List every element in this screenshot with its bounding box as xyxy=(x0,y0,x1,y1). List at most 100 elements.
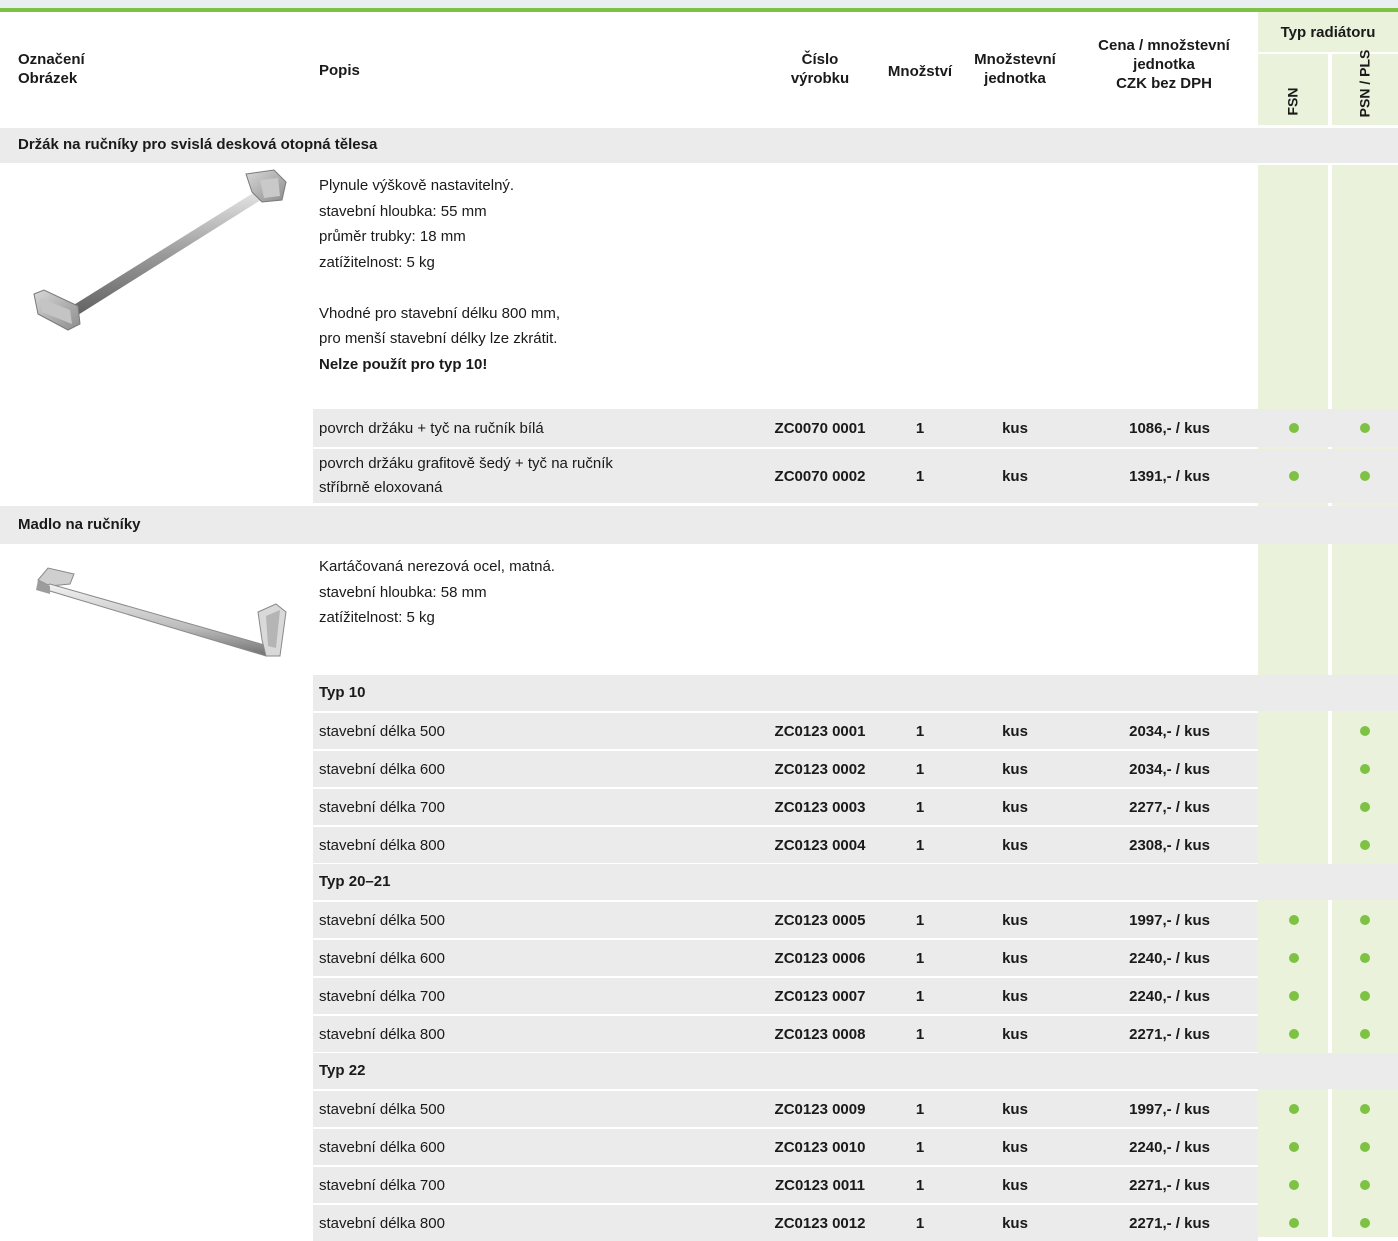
desc-line: stavební hloubka: 58 mm xyxy=(319,583,487,601)
available-dot xyxy=(1360,1218,1370,1228)
row-qty: 1 xyxy=(915,1138,925,1156)
row-desc: stavební délka 500 xyxy=(319,722,445,740)
row-price: 2271,- / kus xyxy=(1129,1025,1210,1043)
row-desc: stavební délka 600 xyxy=(319,760,445,778)
row-price: 1997,- / kus xyxy=(1129,911,1210,929)
row-code: ZC0123 0009 xyxy=(774,1100,866,1118)
desc-line: zatížitelnost: 5 kg xyxy=(319,253,435,271)
row-qty: 1 xyxy=(915,1100,925,1118)
row-price: 2240,- / kus xyxy=(1129,949,1210,967)
towel-handle-image xyxy=(30,560,290,660)
section-title-towel-holder: Držák na ručníky pro svislá desková otop… xyxy=(0,128,1398,163)
row-price: 1086,- / kus xyxy=(1129,419,1210,437)
row-desc: stavební délka 800 xyxy=(319,1025,445,1043)
row-code: ZC0123 0012 xyxy=(774,1214,866,1232)
available-dot xyxy=(1360,991,1370,1001)
row-price: 2308,- / kus xyxy=(1129,836,1210,854)
row-code: ZC0123 0006 xyxy=(774,949,866,967)
desc-line: Kartáčovaná nerezová ocel, matná. xyxy=(319,558,555,575)
row-price: 2277,- / kus xyxy=(1129,798,1210,816)
header-price: Cena / množstevní jednotka CZK bez DPH xyxy=(1078,36,1250,93)
section1-title-text: Držák na ručníky pro svislá desková otop… xyxy=(18,136,378,153)
row-unit: kus xyxy=(1002,949,1028,967)
available-dot xyxy=(1289,915,1299,925)
section2-description: Kartáčovaná nerezová ocel, matná. staveb… xyxy=(319,554,739,631)
row-desc: stavební délka 700 xyxy=(319,1176,445,1194)
row-desc: stavební délka 700 xyxy=(319,987,445,1005)
available-dot xyxy=(1360,1104,1370,1114)
towel-rail-bar-image xyxy=(30,168,290,338)
header-product-number-l1: Číslo xyxy=(801,51,839,68)
row-desc: stavební délka 500 xyxy=(319,1100,445,1118)
row-price: 2271,- / kus xyxy=(1129,1214,1210,1232)
group-title: Typ 22 xyxy=(313,1053,1398,1089)
row-qty: 1 xyxy=(915,911,925,929)
desc-line xyxy=(319,275,739,301)
group-title: Typ 20–21 xyxy=(313,864,1398,900)
available-dot xyxy=(1360,840,1370,850)
available-dot xyxy=(1289,471,1299,481)
group-title: Typ 10 xyxy=(313,675,1398,711)
available-dot xyxy=(1289,1142,1299,1152)
row-code: ZC0123 0001 xyxy=(774,722,866,740)
available-dot xyxy=(1360,423,1370,433)
row-qty: 1 xyxy=(915,1025,925,1043)
row-price: 2271,- / kus xyxy=(1129,1176,1210,1194)
row-unit: kus xyxy=(1002,467,1028,485)
row-desc: stavební délka 800 xyxy=(319,836,445,854)
row-unit: kus xyxy=(1002,798,1028,816)
header-product-number-l2: výrobku xyxy=(790,70,850,87)
row-unit: kus xyxy=(1002,1176,1028,1194)
available-dot xyxy=(1289,423,1299,433)
row-qty: 1 xyxy=(915,987,925,1005)
row-price: 1997,- / kus xyxy=(1129,1100,1210,1118)
available-dot xyxy=(1289,953,1299,963)
available-dot xyxy=(1289,1180,1299,1190)
section2-title-text: Madlo na ručníky xyxy=(18,516,141,533)
row-qty: 1 xyxy=(915,467,925,485)
header-marking: Označení xyxy=(18,51,85,68)
row-qty: 1 xyxy=(915,798,925,816)
row-code: ZC0123 0011 xyxy=(774,1176,866,1194)
available-dot xyxy=(1289,991,1299,1001)
available-dot xyxy=(1289,1029,1299,1039)
row-code: ZC0070 0001 xyxy=(774,419,866,437)
row-unit: kus xyxy=(1002,1025,1028,1043)
available-dot xyxy=(1360,1142,1370,1152)
top-band xyxy=(0,0,1398,8)
row-price: 2034,- / kus xyxy=(1129,760,1210,778)
desc-warning: Nelze použít pro typ 10! xyxy=(319,355,488,373)
row-qty: 1 xyxy=(915,1214,925,1232)
row-qty: 1 xyxy=(915,419,925,437)
header-price-l2: jednotka xyxy=(1133,56,1195,73)
header-unit: Množstevní jednotka xyxy=(958,50,1072,88)
row-code: ZC0123 0008 xyxy=(774,1025,866,1043)
header-description: Popis xyxy=(319,62,360,79)
row-desc: povrch držáku + tyč na ručník bílá xyxy=(319,419,544,437)
available-dot xyxy=(1360,1180,1370,1190)
row-unit: kus xyxy=(1002,836,1028,854)
row-code: ZC0123 0010 xyxy=(774,1138,866,1156)
available-dot xyxy=(1360,471,1370,481)
row-qty: 1 xyxy=(915,949,925,967)
row-qty: 1 xyxy=(915,1176,925,1194)
row-qty: 1 xyxy=(915,722,925,740)
row-code: ZC0123 0002 xyxy=(774,760,866,778)
row-desc: stavební délka 500 xyxy=(319,911,445,929)
row-unit: kus xyxy=(1002,1138,1028,1156)
desc-line: Vhodné pro stavební délku 800 mm, xyxy=(319,304,560,322)
header-unit-l2: jednotka xyxy=(984,70,1046,87)
header-unit-l1: Množstevní xyxy=(974,51,1056,68)
row-desc-l2: stříbrně eloxovaná xyxy=(319,479,443,496)
row-price: 2034,- / kus xyxy=(1129,722,1210,740)
row-unit: kus xyxy=(1002,911,1028,929)
radiator-type-header: Typ radiátoru xyxy=(1280,24,1376,41)
desc-line: pro menší stavební délky lze zkrátit. xyxy=(319,330,558,347)
row-qty: 1 xyxy=(915,760,925,778)
available-dot xyxy=(1360,726,1370,736)
row-desc: stavební délka 600 xyxy=(319,949,445,967)
available-dot xyxy=(1360,802,1370,812)
desc-line: Plynule výškově nastavitelný. xyxy=(319,177,515,194)
header-marking-image: Označení Obrázek xyxy=(18,50,218,88)
header-product-number: Číslo výrobku xyxy=(760,50,880,88)
